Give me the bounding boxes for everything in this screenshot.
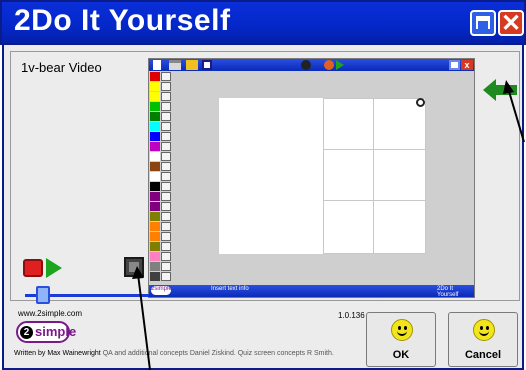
ok-button[interactable]: OK bbox=[366, 312, 436, 367]
tool-box[interactable] bbox=[161, 252, 171, 261]
cancel-button[interactable]: Cancel bbox=[448, 312, 518, 367]
color-swatch[interactable] bbox=[150, 272, 160, 281]
tool-box[interactable] bbox=[161, 92, 171, 101]
tool-box[interactable] bbox=[161, 112, 171, 121]
tool-box[interactable] bbox=[161, 102, 171, 111]
app-window: 2Do It Yourself ✕ 1v-bear Video x 2simpl… bbox=[0, 0, 526, 370]
color-swatch[interactable] bbox=[150, 92, 160, 101]
color-swatch[interactable] bbox=[150, 172, 160, 181]
version-label: 1.0.136 bbox=[338, 311, 365, 320]
close-button[interactable]: ✕ bbox=[498, 10, 524, 37]
title-bar: 2Do It Yourself ✕ bbox=[0, 0, 526, 45]
stop-icon[interactable] bbox=[324, 60, 334, 70]
preview-area: 1v-bear Video x 2simple Insert text info… bbox=[10, 51, 520, 304]
frame-cell[interactable] bbox=[323, 98, 374, 150]
tool-box[interactable] bbox=[161, 182, 171, 191]
drawing-canvas[interactable] bbox=[219, 98, 323, 254]
color-swatch[interactable] bbox=[150, 262, 160, 271]
2simple-logo: 2 simple bbox=[16, 321, 76, 343]
preview-window[interactable]: x 2simple Insert text info 2Do It Yourse… bbox=[148, 58, 475, 298]
frame-cell[interactable] bbox=[373, 149, 426, 201]
website-link[interactable]: www.2simple.com bbox=[18, 309, 82, 318]
color-swatch[interactable] bbox=[150, 72, 160, 81]
tool-box[interactable] bbox=[161, 262, 171, 271]
credits-rest: QA and additional concepts Daniel Ziskin… bbox=[102, 350, 334, 357]
tool-box[interactable] bbox=[161, 132, 171, 141]
stage-icon[interactable] bbox=[124, 257, 144, 277]
tool-box[interactable] bbox=[161, 222, 171, 231]
tool-box[interactable] bbox=[161, 72, 171, 81]
app-title: 2Do It Yourself bbox=[14, 4, 231, 37]
play-icon[interactable] bbox=[336, 60, 344, 70]
minimize-icon[interactable] bbox=[449, 60, 460, 70]
smiley-icon bbox=[473, 319, 495, 341]
frame-cell[interactable] bbox=[373, 200, 426, 254]
record-button[interactable] bbox=[23, 259, 43, 277]
frame-grid[interactable] bbox=[323, 98, 426, 254]
tool-box[interactable] bbox=[161, 172, 171, 181]
tool-box[interactable] bbox=[161, 162, 171, 171]
close-icon: ✕ bbox=[500, 10, 522, 37]
folder-open-icon[interactable] bbox=[186, 60, 198, 70]
new-file-icon[interactable] bbox=[153, 60, 161, 70]
document-title: 1v-bear Video bbox=[21, 60, 102, 75]
credits-author: Written by Max Wainewright bbox=[14, 350, 101, 357]
slider-handle[interactable] bbox=[36, 286, 50, 304]
play-button[interactable] bbox=[46, 258, 62, 278]
tool-box[interactable] bbox=[161, 152, 171, 161]
back-arrow-icon[interactable] bbox=[483, 79, 517, 101]
frame-cell[interactable] bbox=[323, 149, 374, 201]
color-swatch[interactable] bbox=[150, 252, 160, 261]
close-icon[interactable]: x bbox=[461, 60, 473, 70]
tool-box[interactable] bbox=[161, 142, 171, 151]
color-swatch[interactable] bbox=[150, 102, 160, 111]
color-swatch[interactable] bbox=[150, 122, 160, 131]
tool-box[interactable] bbox=[161, 232, 171, 241]
maximize-button[interactable] bbox=[470, 10, 496, 36]
color-swatch[interactable] bbox=[150, 192, 160, 201]
tool-box[interactable] bbox=[161, 242, 171, 251]
clock-icon[interactable] bbox=[416, 98, 425, 107]
tool-box[interactable] bbox=[161, 192, 171, 201]
tool-box[interactable] bbox=[161, 82, 171, 91]
color-swatch[interactable] bbox=[150, 142, 160, 151]
color-swatch[interactable] bbox=[150, 132, 160, 141]
frame-cell[interactable] bbox=[323, 200, 374, 254]
ok-label: OK bbox=[392, 349, 410, 361]
logo-word: simple bbox=[35, 324, 77, 339]
color-swatch[interactable] bbox=[150, 232, 160, 241]
tool-box[interactable] bbox=[161, 202, 171, 211]
color-swatch[interactable] bbox=[150, 202, 160, 211]
tool-box[interactable] bbox=[161, 272, 171, 281]
smiley-icon bbox=[391, 319, 413, 341]
color-swatch[interactable] bbox=[150, 162, 160, 171]
color-swatch[interactable] bbox=[150, 82, 160, 91]
preview-toolbar: x bbox=[149, 59, 474, 71]
tool-box[interactable] bbox=[161, 212, 171, 221]
color-palette[interactable] bbox=[150, 72, 173, 284]
status-logo: 2simple bbox=[151, 286, 172, 295]
color-swatch[interactable] bbox=[150, 112, 160, 121]
print-icon[interactable] bbox=[169, 60, 181, 70]
color-swatch[interactable] bbox=[150, 222, 160, 231]
tool-box[interactable] bbox=[161, 122, 171, 131]
credits-text: Written by Max Wainewright QA and additi… bbox=[14, 350, 334, 357]
cancel-label: Cancel bbox=[464, 349, 502, 361]
color-swatch[interactable] bbox=[150, 182, 160, 191]
maximize-icon bbox=[476, 16, 490, 29]
timer-icon[interactable] bbox=[301, 60, 311, 70]
status-app-name: 2Do It Yourself bbox=[437, 286, 459, 298]
color-swatch[interactable] bbox=[150, 212, 160, 221]
color-swatch[interactable] bbox=[150, 152, 160, 161]
preview-status-bar: 2simple Insert text info 2Do It Yourself bbox=[149, 285, 474, 298]
status-info: Insert text info bbox=[211, 286, 249, 292]
save-icon[interactable] bbox=[202, 60, 212, 70]
color-swatch[interactable] bbox=[150, 242, 160, 251]
main-panel: 1v-bear Video x 2simple Insert text info… bbox=[2, 45, 524, 370]
logo-number: 2 bbox=[20, 326, 33, 339]
